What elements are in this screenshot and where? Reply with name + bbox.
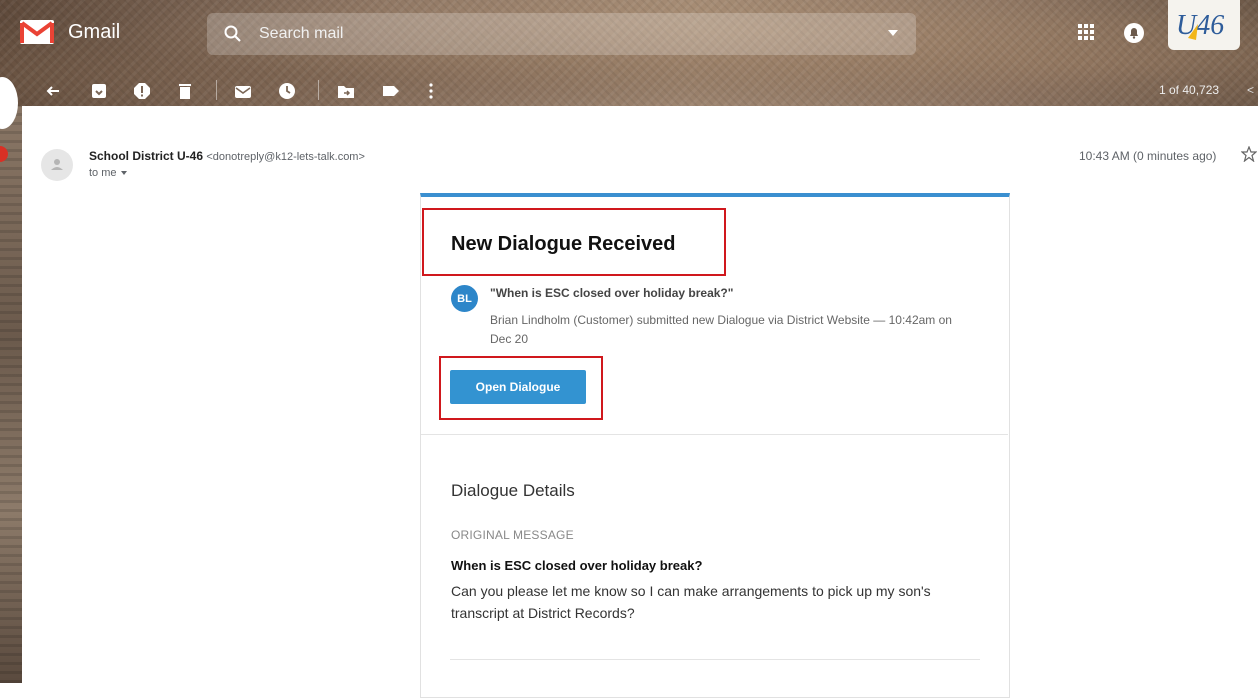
move-to-icon[interactable] (337, 82, 355, 100)
snooze-icon[interactable] (278, 82, 296, 100)
u46-logo-icon: U46 (1176, 10, 1224, 41)
back-arrow-icon[interactable] (44, 82, 62, 100)
sender-name[interactable]: School District U-46 (89, 149, 203, 163)
original-message-subject: When is ESC closed over holiday break? (451, 558, 703, 573)
message-toolbar (0, 70, 1258, 110)
card-divider-bottom (450, 659, 980, 660)
recipient-label: to me (89, 167, 117, 179)
details-heading: Dialogue Details (451, 481, 575, 500)
search-options-chevron-down-icon[interactable] (888, 30, 898, 36)
message-timestamp: 10:43 AM (0 minutes ago) (1079, 149, 1217, 163)
search-input[interactable] (257, 24, 861, 44)
svg-text:U46: U46 (1176, 10, 1224, 41)
previous-page-button[interactable]: < (1247, 83, 1254, 97)
toolbar-divider (318, 80, 319, 100)
gmail-m-icon (20, 20, 54, 44)
left-background-strip (0, 106, 22, 683)
open-dialogue-button[interactable]: Open Dialogue (450, 370, 586, 404)
account-avatar-logo[interactable]: U46 (1168, 0, 1240, 50)
recipient-details-toggle[interactable]: to me (89, 167, 127, 179)
gmail-wordmark: Gmail (68, 20, 121, 43)
dialogue-description: Brian Lindholm (Customer) submitted new … (490, 313, 952, 346)
toolbar-divider (216, 80, 217, 100)
person-icon (51, 159, 63, 170)
sender-email: <donotreply@k12-lets-talk.com> (206, 151, 365, 163)
sender-line: School District U-46 <donotreply@k12-let… (89, 149, 365, 163)
original-message-label: ORIGINAL MESSAGE (451, 528, 574, 542)
card-divider (421, 434, 1008, 435)
customer-avatar: BL (451, 285, 478, 312)
mark-unread-icon[interactable] (234, 82, 252, 100)
label-icon[interactable] (382, 82, 400, 100)
pagination-count: 1 of 40,723 (1159, 83, 1220, 97)
report-spam-icon[interactable] (133, 82, 151, 100)
gmail-logo[interactable]: Gmail (20, 20, 120, 44)
delete-icon[interactable] (176, 82, 194, 100)
dialogue-quote: "When is ESC closed over holiday break?" (490, 286, 734, 300)
original-message-body: Can you please let me know so I can make… (451, 583, 931, 621)
apps-grid-icon[interactable] (1078, 24, 1094, 40)
star-icon[interactable] (1241, 146, 1257, 162)
more-options-icon[interactable] (422, 82, 440, 100)
search-bar[interactable] (207, 13, 916, 55)
search-icon[interactable] (223, 24, 243, 44)
archive-icon[interactable] (90, 82, 108, 100)
sender-avatar[interactable] (41, 149, 73, 181)
notifications-icon[interactable] (1123, 22, 1145, 44)
card-title: New Dialogue Received (451, 233, 676, 255)
chevron-down-icon (120, 171, 127, 176)
